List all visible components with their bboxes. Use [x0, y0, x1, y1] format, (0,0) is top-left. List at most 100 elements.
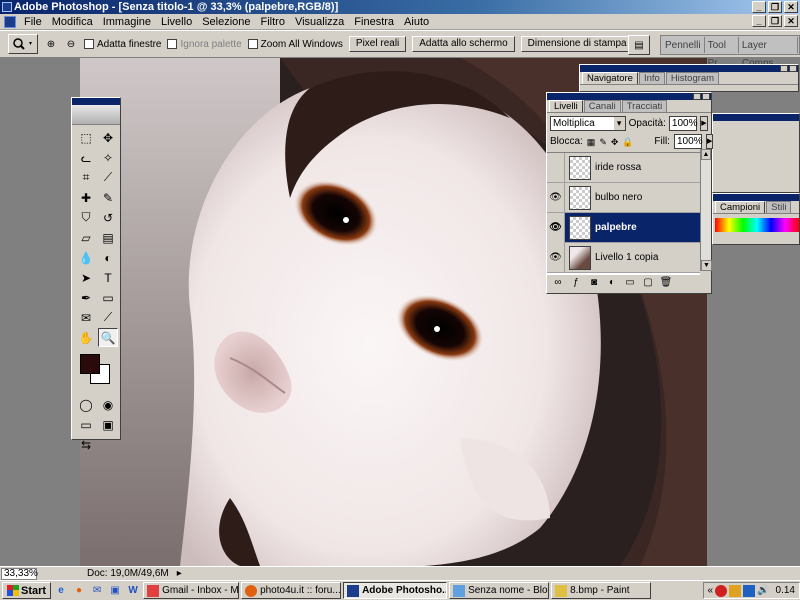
layer-style-icon[interactable]: ƒ — [569, 277, 583, 288]
lasso-tool-icon[interactable]: ᓚ — [76, 148, 96, 167]
layer-row-bulbo-nero[interactable]: 👁 bulbo nero — [547, 182, 700, 213]
panel-minimize-icon[interactable] — [780, 65, 788, 72]
new-layer-icon[interactable]: ▢ — [641, 277, 655, 288]
layers-scrollbar[interactable]: ▲ ▼ — [700, 149, 712, 271]
magic-wand-tool-icon[interactable]: ✧ — [98, 148, 118, 167]
menu-file[interactable]: File — [19, 14, 47, 30]
new-group-icon[interactable]: ▭ — [623, 277, 637, 288]
task-gmail[interactable]: Gmail - Inbox - Mo... — [143, 582, 240, 599]
fill-arrow-icon[interactable]: ▶ — [705, 134, 714, 149]
marquee-tool-icon[interactable]: ⬚ — [76, 128, 96, 147]
type-tool-icon[interactable]: T — [98, 268, 118, 287]
menu-selezione[interactable]: Selezione — [197, 14, 255, 30]
layer-row-iride-rossa[interactable]: iride rossa — [547, 152, 700, 183]
dodge-tool-icon[interactable]: ◐ — [98, 248, 118, 267]
file-browser-icon[interactable]: ▤ — [628, 35, 650, 55]
outlook-icon[interactable]: ✉ — [89, 583, 105, 599]
delete-layer-icon[interactable]: 🗑 — [659, 277, 673, 288]
jump-to-imageready-icon[interactable]: ⇆ — [76, 435, 96, 454]
volume-icon[interactable]: 🔊 — [757, 585, 769, 596]
zoom-level-field[interactable]: 33,33% — [1, 567, 38, 580]
tab-layers[interactable]: Livelli — [549, 100, 583, 112]
minimize-button[interactable]: _ — [752, 1, 766, 13]
tool-presets-tab[interactable]: Tool Pr — [705, 37, 739, 69]
pen-tool-icon[interactable]: ✒ — [76, 288, 96, 307]
restore-button[interactable]: ❐ — [768, 1, 782, 13]
clone-stamp-tool-icon[interactable]: ⛉ — [76, 208, 96, 227]
lock-all-icon[interactable]: 🔒 — [622, 137, 633, 147]
history-brush-tool-icon[interactable]: ↺ — [98, 208, 118, 227]
actual-pixels-button[interactable]: Pixel reali — [348, 36, 407, 52]
brush-tool-icon[interactable]: ✎ — [98, 188, 118, 207]
tab-channels[interactable]: Canali — [583, 100, 621, 112]
document-icon[interactable] — [4, 15, 16, 28]
blend-mode-select[interactable]: Moltiplica — [550, 116, 626, 131]
lock-pixels-icon[interactable]: ✎ — [599, 137, 607, 147]
brushes-tab[interactable]: Pennelli — [662, 37, 705, 53]
scroll-up-icon[interactable]: ▲ — [701, 149, 711, 160]
adjustment-layer-icon[interactable]: ◐ — [605, 277, 619, 288]
scroll-down-icon[interactable]: ▼ — [701, 260, 712, 271]
start-button[interactable]: Start — [2, 582, 52, 599]
opacity-field[interactable]: 100% — [668, 116, 697, 131]
hand-tool-icon[interactable]: ✋ — [76, 328, 96, 347]
zoom-all-windows-checkbox[interactable]: Zoom All Windows — [247, 39, 343, 50]
doc-restore-button[interactable]: ❐ — [768, 15, 782, 27]
tab-navigator[interactable]: Navigatore — [582, 72, 638, 84]
slice-tool-icon[interactable]: ⟋ — [98, 168, 118, 187]
fill-field[interactable]: 100% — [673, 134, 703, 149]
word-icon[interactable]: W — [125, 583, 141, 599]
path-selection-tool-icon[interactable]: ➤ — [76, 268, 96, 287]
menu-immagine[interactable]: Immagine — [98, 14, 156, 30]
toolbox-title-bar[interactable] — [72, 98, 120, 105]
lock-position-icon[interactable]: ✥ — [611, 137, 619, 147]
tab-swatches[interactable]: Campioni — [715, 201, 766, 213]
menu-aiuto[interactable]: Aiuto — [399, 14, 434, 30]
tray-expand-icon[interactable]: « — [708, 585, 714, 596]
link-layers-icon[interactable]: ∞ — [551, 277, 565, 288]
tab-styles[interactable]: Stili — [766, 201, 792, 213]
document-size-info[interactable]: Doc: 19,0M/49,6M — [87, 568, 169, 579]
zoom-tool-icon[interactable]: 🔍 — [98, 328, 118, 347]
resize-windows-checkbox[interactable]: Adatta finestre — [84, 39, 161, 50]
firefox-icon[interactable]: ● — [71, 583, 87, 599]
eyedropper-tool-icon[interactable]: ⟋ — [98, 308, 118, 327]
panel-minimize-icon[interactable] — [693, 93, 701, 100]
swatch-spectrum[interactable] — [715, 218, 799, 232]
layer-row-livello-1-copia[interactable]: 👁 Livello 1 copia — [547, 242, 700, 273]
tab-info[interactable]: Info — [638, 72, 665, 84]
tray-app-icon[interactable] — [729, 584, 742, 597]
antivirus-icon[interactable] — [715, 584, 728, 597]
blur-tool-icon[interactable]: 💧 — [76, 248, 96, 267]
navigator-title-bar[interactable] — [580, 65, 798, 72]
crop-tool-icon[interactable]: ⌗ — [76, 168, 96, 187]
menu-visualizza[interactable]: Visualizza — [290, 14, 349, 30]
add-mask-icon[interactable]: ◙ — [587, 277, 601, 288]
history-title-bar[interactable] — [713, 114, 799, 121]
panel-close-icon[interactable] — [702, 93, 710, 100]
menu-livello[interactable]: Livello — [156, 14, 197, 30]
task-notepad[interactable]: Senza nome - Bloc... — [449, 582, 550, 599]
layer-comps-tab[interactable]: Layer Comps — [739, 37, 798, 69]
layer-row-palpebre[interactable]: 👁 palpebre — [547, 212, 700, 243]
screen-mode-icon[interactable]: ▭ — [76, 415, 96, 434]
zoom-out-icon[interactable]: ⊖ — [64, 34, 78, 54]
tool-preset-picker[interactable] — [8, 34, 38, 54]
network-icon[interactable] — [743, 584, 756, 597]
menu-finestra[interactable]: Finestra — [349, 14, 399, 30]
ie-icon[interactable]: e — [53, 583, 69, 599]
clock[interactable]: 0.14 — [776, 585, 795, 596]
notes-tool-icon[interactable]: ✉ — [76, 308, 96, 327]
task-photo4u[interactable]: photo4u.it :: foru... — [241, 582, 342, 599]
task-photoshop[interactable]: Adobe Photosho... — [343, 582, 448, 599]
healing-brush-tool-icon[interactable]: ✚ — [76, 188, 96, 207]
visibility-toggle[interactable] — [547, 152, 565, 183]
gradient-tool-icon[interactable]: ▤ — [98, 228, 118, 247]
lock-transparency-icon[interactable]: ▦ — [587, 137, 596, 147]
fit-screen-button[interactable]: Adatta allo schermo — [412, 36, 515, 52]
doc-minimize-button[interactable]: _ — [752, 15, 766, 27]
swatches-title-bar[interactable] — [713, 194, 799, 201]
full-screen-mode-icon[interactable]: ▣ — [98, 415, 118, 434]
zoom-in-icon[interactable]: ⊕ — [44, 34, 58, 54]
eye-icon[interactable]: 👁 — [547, 212, 565, 243]
